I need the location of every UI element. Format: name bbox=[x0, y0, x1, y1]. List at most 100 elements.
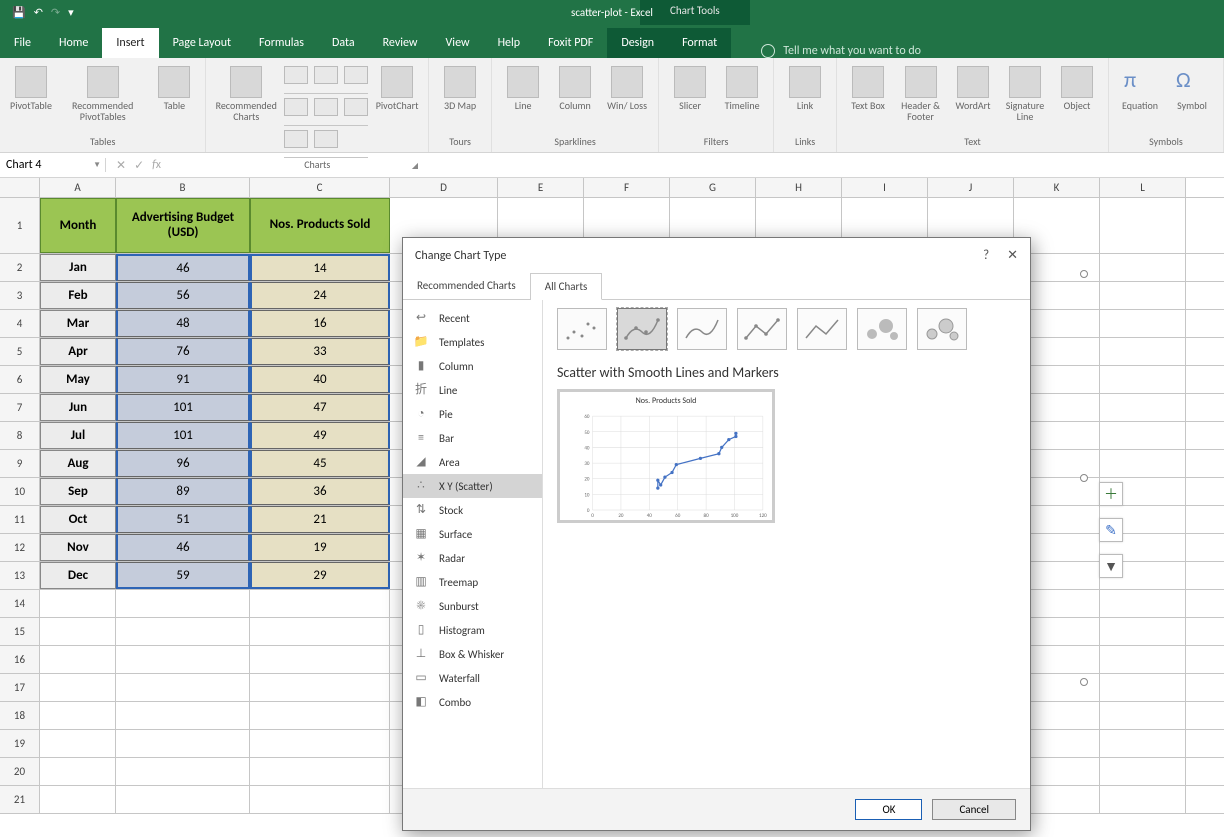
wordart-button[interactable]: WordArt bbox=[950, 66, 996, 111]
row-header[interactable]: 11 bbox=[0, 506, 40, 533]
subtype-straight-lines[interactable] bbox=[797, 308, 847, 350]
row-header[interactable]: 20 bbox=[0, 758, 40, 785]
cell-budget[interactable]: 48 bbox=[116, 310, 250, 337]
cell-sold[interactable]: 47 bbox=[250, 394, 390, 421]
empty-cell[interactable] bbox=[116, 758, 250, 785]
row-header[interactable]: 19 bbox=[0, 730, 40, 757]
rec-charts-button[interactable]: Recommended Charts bbox=[214, 66, 278, 122]
cell-budget[interactable]: 91 bbox=[116, 366, 250, 393]
rec-pivot-button[interactable]: Recommended PivotTables bbox=[60, 66, 145, 122]
subtype-straight-lines-markers[interactable] bbox=[737, 308, 787, 350]
cell-month[interactable]: Jul bbox=[40, 422, 116, 449]
col-header-d[interactable]: D bbox=[390, 178, 498, 197]
header-sold[interactable]: Nos. Products Sold bbox=[250, 198, 390, 253]
empty-cell[interactable] bbox=[116, 618, 250, 645]
cancel-button[interactable]: Cancel bbox=[932, 799, 1016, 820]
cell-budget[interactable]: 101 bbox=[116, 394, 250, 421]
subtype-scatter[interactable] bbox=[557, 308, 607, 350]
subtype-smooth-lines-markers[interactable] bbox=[617, 308, 667, 350]
chart-cat-column[interactable]: ▮Column bbox=[403, 354, 542, 378]
chart-type-gallery[interactable] bbox=[284, 66, 368, 158]
chart-cat-radar[interactable]: ✶Radar bbox=[403, 546, 542, 570]
empty-cell[interactable] bbox=[1100, 422, 1186, 449]
cell-month[interactable]: Oct bbox=[40, 506, 116, 533]
row-header[interactable]: 9 bbox=[0, 450, 40, 477]
chart-cat-line[interactable]: 折Line bbox=[403, 378, 542, 402]
empty-cell[interactable] bbox=[1100, 702, 1186, 729]
empty-cell[interactable] bbox=[1100, 282, 1186, 309]
empty-cell[interactable] bbox=[1100, 674, 1186, 701]
cell-month[interactable]: May bbox=[40, 366, 116, 393]
chart-cat-templates[interactable]: 📁Templates bbox=[403, 330, 542, 354]
ok-button[interactable]: OK bbox=[855, 799, 922, 820]
cell-sold[interactable]: 45 bbox=[250, 450, 390, 477]
empty-cell[interactable] bbox=[40, 590, 116, 617]
subtype-bubble[interactable] bbox=[857, 308, 907, 350]
row-header[interactable]: 18 bbox=[0, 702, 40, 729]
tab-format[interactable]: Format bbox=[668, 28, 731, 58]
empty-cell[interactable] bbox=[250, 730, 390, 757]
cell-sold[interactable]: 21 bbox=[250, 506, 390, 533]
cell-sold[interactable]: 16 bbox=[250, 310, 390, 337]
empty-cell[interactable] bbox=[250, 646, 390, 673]
textbox-button[interactable]: Text Box bbox=[845, 66, 891, 111]
tab-view[interactable]: View bbox=[432, 28, 484, 58]
name-box[interactable]: Chart 4▼ bbox=[0, 158, 106, 172]
empty-cell[interactable] bbox=[116, 646, 250, 673]
row-header[interactable]: 21 bbox=[0, 786, 40, 813]
empty-cell[interactable] bbox=[40, 730, 116, 757]
empty-cell[interactable] bbox=[1100, 786, 1186, 813]
cell-month[interactable]: Jun bbox=[40, 394, 116, 421]
cell-budget[interactable]: 46 bbox=[116, 254, 250, 281]
subtype-3d-bubble[interactable] bbox=[917, 308, 967, 350]
redo-icon[interactable]: ↷ bbox=[51, 6, 60, 19]
col-header-c[interactable]: C bbox=[250, 178, 390, 197]
chart-cat-combo[interactable]: ◧Combo bbox=[403, 690, 542, 714]
row-header[interactable]: 10 bbox=[0, 478, 40, 505]
empty-cell[interactable] bbox=[250, 786, 390, 813]
tab-help[interactable]: Help bbox=[484, 28, 535, 58]
empty-cell[interactable] bbox=[1100, 758, 1186, 785]
timeline-button[interactable]: Timeline bbox=[719, 66, 765, 111]
row-header[interactable]: 7 bbox=[0, 394, 40, 421]
sparkline-line-button[interactable]: Line bbox=[500, 66, 546, 111]
tab-page-layout[interactable]: Page Layout bbox=[159, 28, 245, 58]
table-button[interactable]: Table bbox=[151, 66, 197, 111]
tab-formulas[interactable]: Formulas bbox=[245, 28, 318, 58]
col-header-b[interactable]: B bbox=[116, 178, 250, 197]
empty-cell[interactable] bbox=[1100, 338, 1186, 365]
empty-cell[interactable] bbox=[1100, 646, 1186, 673]
tab-design[interactable]: Design bbox=[607, 28, 668, 58]
tab-foxit[interactable]: Foxit PDF bbox=[534, 28, 607, 58]
tab-all-charts[interactable]: All Charts bbox=[531, 273, 603, 300]
chart-styles-button[interactable]: ✎ bbox=[1099, 518, 1123, 542]
chart-cat-sunburst[interactable]: ☀Sunburst bbox=[403, 594, 542, 618]
header-month[interactable]: Month bbox=[40, 198, 116, 253]
empty-cell[interactable] bbox=[116, 730, 250, 757]
tab-insert[interactable]: Insert bbox=[102, 28, 158, 58]
cell-month[interactable]: Nov bbox=[40, 534, 116, 561]
empty-cell[interactable] bbox=[1100, 254, 1186, 281]
chart-preview[interactable]: Nos. Products Sold 010203040506002040608… bbox=[557, 389, 775, 523]
empty-cell[interactable] bbox=[250, 758, 390, 785]
charts-dialog-launcher[interactable]: ◢ bbox=[412, 161, 418, 171]
empty-cell[interactable] bbox=[1100, 450, 1186, 477]
row-header[interactable]: 8 bbox=[0, 422, 40, 449]
slicer-button[interactable]: Slicer bbox=[667, 66, 713, 111]
tab-review[interactable]: Review bbox=[369, 28, 432, 58]
row-header[interactable]: 3 bbox=[0, 282, 40, 309]
pivot-table-button[interactable]: PivotTable bbox=[8, 66, 54, 111]
row-header[interactable]: 16 bbox=[0, 646, 40, 673]
select-all-triangle[interactable] bbox=[0, 178, 40, 197]
tell-me-search[interactable]: Tell me what you want to do bbox=[761, 44, 921, 58]
chart-cat-area[interactable]: ◢Area bbox=[403, 450, 542, 474]
chart-cat-treemap[interactable]: ▥Treemap bbox=[403, 570, 542, 594]
empty-cell[interactable] bbox=[116, 590, 250, 617]
empty-cell[interactable] bbox=[1100, 198, 1186, 253]
empty-cell[interactable] bbox=[40, 618, 116, 645]
cell-budget[interactable]: 96 bbox=[116, 450, 250, 477]
cell-sold[interactable]: 36 bbox=[250, 478, 390, 505]
fx-icon[interactable]: fx bbox=[152, 158, 161, 173]
empty-cell[interactable] bbox=[1100, 394, 1186, 421]
equation-button[interactable]: πEquation bbox=[1117, 66, 1163, 111]
